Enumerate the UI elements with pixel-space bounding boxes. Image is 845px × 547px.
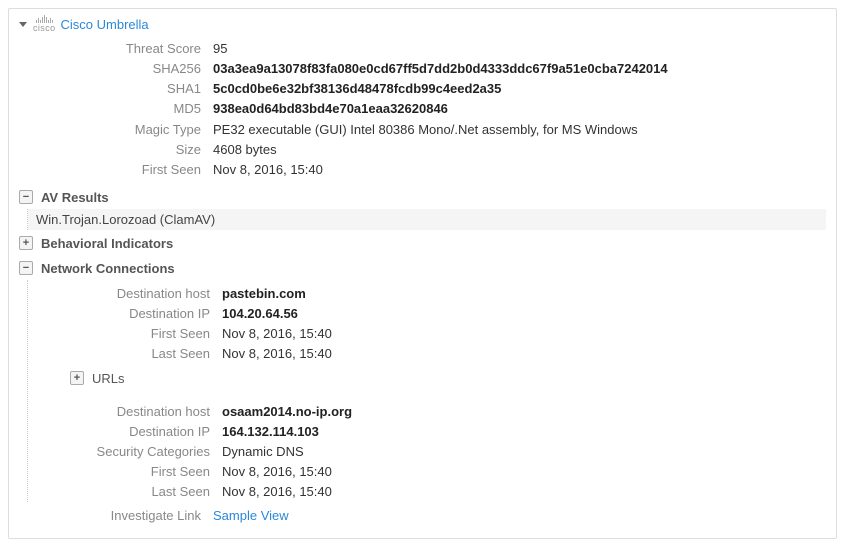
section-title-network: Network Connections — [41, 261, 175, 276]
value-conn2-seccat: Dynamic DNS — [222, 442, 826, 462]
value-conn2-host: osaam2014.no-ip.org — [222, 402, 826, 422]
row-conn2-first: First Seen Nov 8, 2016, 15:40 — [28, 462, 826, 482]
row-conn2-ip: Destination IP 164.132.114.103 — [28, 422, 826, 442]
label-sec-cat: Security Categories — [28, 442, 222, 462]
panel-header: cisco Cisco Umbrella — [9, 9, 836, 37]
row-conn1-last: Last Seen Nov 8, 2016, 15:40 — [28, 344, 826, 364]
value-md5: 938ea0d64bd83bd4e70a1eaa32620846 — [213, 99, 826, 119]
row-md5: MD5 938ea0d64bd83bd4e70a1eaa32620846 — [19, 99, 826, 119]
row-first-seen: First Seen Nov 8, 2016, 15:40 — [19, 160, 826, 180]
label-first-seen: First Seen — [19, 160, 213, 180]
value-conn1-host: pastebin.com — [222, 284, 826, 304]
row-size: Size 4608 bytes — [19, 140, 826, 160]
value-conn1-ip: 104.20.64.56 — [222, 304, 826, 324]
row-conn1-host: Destination host pastebin.com — [28, 284, 826, 304]
network-body: Destination host pastebin.com Destinatio… — [27, 280, 826, 502]
value-size: 4608 bytes — [213, 140, 826, 160]
expand-toggle-icon[interactable]: + — [19, 236, 33, 250]
value-conn2-last: Nov 8, 2016, 15:40 — [222, 482, 826, 502]
label-dest-ip: Destination IP — [28, 422, 222, 442]
label-sha1: SHA1 — [19, 79, 213, 99]
label-dest-host: Destination host — [28, 402, 222, 422]
investigate-link[interactable]: Sample View — [213, 506, 826, 526]
brand-link[interactable]: Cisco Umbrella — [61, 17, 149, 32]
label-first-seen: First Seen — [28, 324, 222, 344]
threat-panel: cisco Cisco Umbrella Threat Score 95 SHA… — [8, 8, 837, 539]
label-md5: MD5 — [19, 99, 213, 119]
row-conn2-host: Destination host osaam2014.no-ip.org — [28, 402, 826, 422]
label-last-seen: Last Seen — [28, 344, 222, 364]
value-conn1-last: Nov 8, 2016, 15:40 — [222, 344, 826, 364]
value-conn2-first: Nov 8, 2016, 15:40 — [222, 462, 826, 482]
section-title-urls: URLs — [92, 371, 125, 386]
section-network: − Network Connections — [19, 257, 826, 280]
label-size: Size — [19, 140, 213, 160]
label-investigate: Investigate Link — [19, 506, 213, 526]
row-magic: Magic Type PE32 executable (GUI) Intel 8… — [19, 120, 826, 140]
value-first-seen: Nov 8, 2016, 15:40 — [213, 160, 826, 180]
collapse-toggle-icon[interactable]: − — [19, 190, 33, 204]
label-dest-host: Destination host — [28, 284, 222, 304]
value-magic: PE32 executable (GUI) Intel 80386 Mono/.… — [213, 120, 826, 140]
label-sha256: SHA256 — [19, 59, 213, 79]
row-conn2-last: Last Seen Nov 8, 2016, 15:40 — [28, 482, 826, 502]
row-sha1: SHA1 5c0cd0be6e32bf38136d48478fcdb99c4ee… — [19, 79, 826, 99]
label-first-seen: First Seen — [28, 462, 222, 482]
section-title-av: AV Results — [41, 190, 109, 205]
row-threat-score: Threat Score 95 — [19, 39, 826, 59]
label-magic: Magic Type — [19, 120, 213, 140]
value-sha1: 5c0cd0be6e32bf38136d48478fcdb99c4eed2a35 — [213, 79, 826, 99]
av-result-entry: Win.Trojan.Lorozoad (ClamAV) — [28, 209, 826, 230]
av-results-body: Win.Trojan.Lorozoad (ClamAV) — [27, 209, 826, 230]
row-conn1-ip: Destination IP 104.20.64.56 — [28, 304, 826, 324]
label-threat-score: Threat Score — [19, 39, 213, 59]
collapse-toggle-icon[interactable]: − — [19, 261, 33, 275]
label-last-seen: Last Seen — [28, 482, 222, 502]
section-av-results: − AV Results — [19, 186, 826, 209]
expand-toggle-icon[interactable]: + — [70, 371, 84, 385]
section-behavioral: + Behavioral Indicators — [19, 232, 826, 255]
section-urls: + URLs — [70, 371, 826, 386]
row-conn2-seccat: Security Categories Dynamic DNS — [28, 442, 826, 462]
value-conn2-ip: 164.132.114.103 — [222, 422, 826, 442]
row-sha256: SHA256 03a3ea9a13078f83fa080e0cd67ff5d7d… — [19, 59, 826, 79]
row-investigate: Investigate Link Sample View — [19, 506, 826, 526]
value-threat-score: 95 — [213, 39, 826, 59]
value-conn1-first: Nov 8, 2016, 15:40 — [222, 324, 826, 344]
panel-content: Threat Score 95 SHA256 03a3ea9a13078f83f… — [9, 37, 836, 538]
label-dest-ip: Destination IP — [28, 304, 222, 324]
section-title-behavioral: Behavioral Indicators — [41, 236, 173, 251]
row-conn1-first: First Seen Nov 8, 2016, 15:40 — [28, 324, 826, 344]
value-sha256: 03a3ea9a13078f83fa080e0cd67ff5d7dd2b0d43… — [213, 59, 826, 79]
cisco-logo-icon: cisco — [33, 15, 56, 33]
collapse-caret-icon[interactable] — [19, 22, 27, 27]
